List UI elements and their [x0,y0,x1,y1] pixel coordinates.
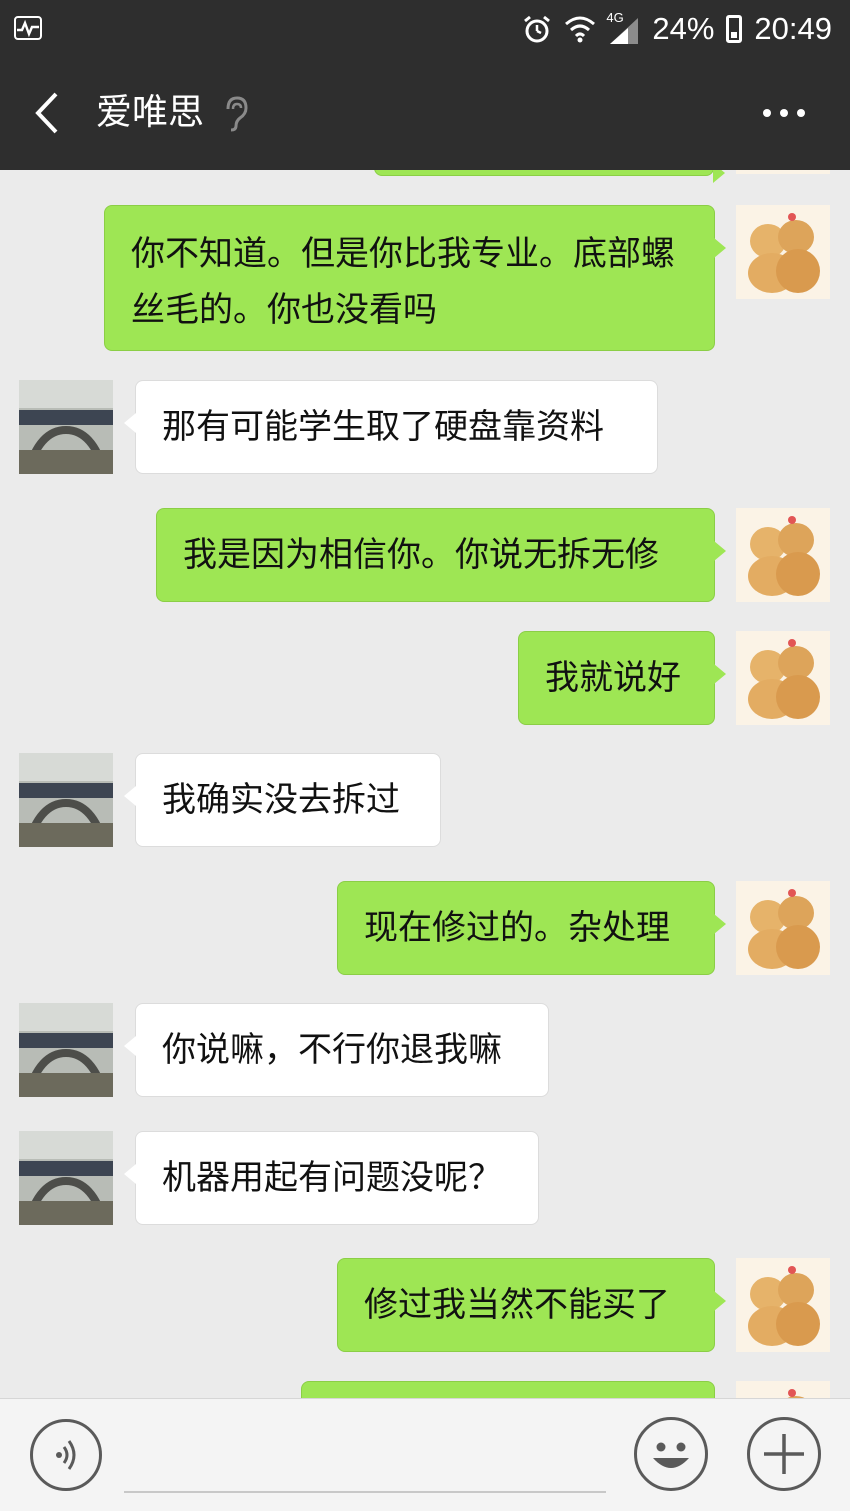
add-button[interactable] [747,1417,821,1491]
emoji-button[interactable] [634,1417,708,1491]
plus-icon [764,1434,804,1474]
message-bubble-partial[interactable] [301,1381,715,1398]
ear-icon [222,96,250,132]
message-input[interactable] [124,1425,606,1493]
voice-icon [56,1440,76,1470]
message-text: 现在修过的。杂处理 [364,908,670,948]
message-list[interactable]: 你不知道。但是你比我专业。底部螺丝毛的。你也没看吗 那有可能学生取了硬盘靠资料 … [0,170,850,1398]
message-bubble-outgoing[interactable]: 现在修过的。杂处理 [337,881,726,975]
message-bubble-incoming[interactable]: 机器用起有问题没呢？ [124,1131,539,1225]
message-bubble-incoming[interactable]: 我确实没去拆过 [124,753,441,847]
contact-avatar[interactable] [19,1003,113,1097]
my-avatar[interactable] [736,508,830,602]
message-bubble-incoming[interactable]: 你说嘛，不行你退我嘛 [124,1003,549,1097]
battery-icon [726,15,743,43]
message-text: 我确实没去拆过 [162,780,400,820]
voice-button[interactable] [30,1419,102,1491]
contact-avatar[interactable] [19,380,113,474]
my-avatar[interactable] [736,631,830,725]
message-bubble-outgoing[interactable]: 我是因为相信你。你说无拆无修 [156,508,726,602]
my-avatar[interactable] [736,1258,830,1352]
cellular-signal-icon: 4G [606,10,640,44]
wifi-icon [564,14,596,44]
activity-monitor-icon [14,16,42,40]
message-bubble-incoming[interactable]: 那有可能学生取了硬盘靠资料 [124,380,658,474]
message-text: 那有可能学生取了硬盘靠资料 [162,407,604,447]
my-avatar[interactable] [736,205,830,299]
back-button[interactable] [26,88,76,138]
message-text: 机器用起有问题没呢？ [162,1158,502,1198]
battery-percent: 24% [652,11,715,46]
input-bar [0,1398,850,1511]
more-options-button[interactable] [760,100,810,126]
contact-avatar[interactable] [19,1131,113,1225]
clock: 20:49 [754,11,832,46]
chat-header: 爱唯思 [0,58,850,170]
message-text: 我就说好 [545,658,681,698]
message-bubble-outgoing[interactable]: 我就说好 [518,631,726,725]
my-avatar[interactable] [736,170,830,174]
my-avatar[interactable] [736,1381,830,1398]
message-text: 修过我当然不能买了 [364,1285,670,1325]
chat-title: 爱唯思 [96,92,205,133]
message-text: 你不知道。但是你比我专业。底部螺丝毛的。你也没看吗 [131,234,675,330]
contact-avatar[interactable] [19,753,113,847]
my-avatar[interactable] [736,881,830,975]
message-bubble-outgoing[interactable]: 你不知道。但是你比我专业。底部螺丝毛的。你也没看吗 [104,205,726,351]
back-arrow-icon [35,92,58,134]
more-dots-icon [763,109,805,117]
message-text: 你说嘛，不行你退我嘛 [162,1030,502,1070]
message-bubble-partial[interactable] [374,170,725,183]
message-bubble-outgoing[interactable]: 修过我当然不能买了 [337,1258,726,1352]
message-text: 我是因为相信你。你说无拆无修 [183,535,659,575]
emoji-icon [653,1442,689,1468]
alarm-icon [522,14,552,44]
status-bar: 4G 24% 20:49 [0,0,850,58]
